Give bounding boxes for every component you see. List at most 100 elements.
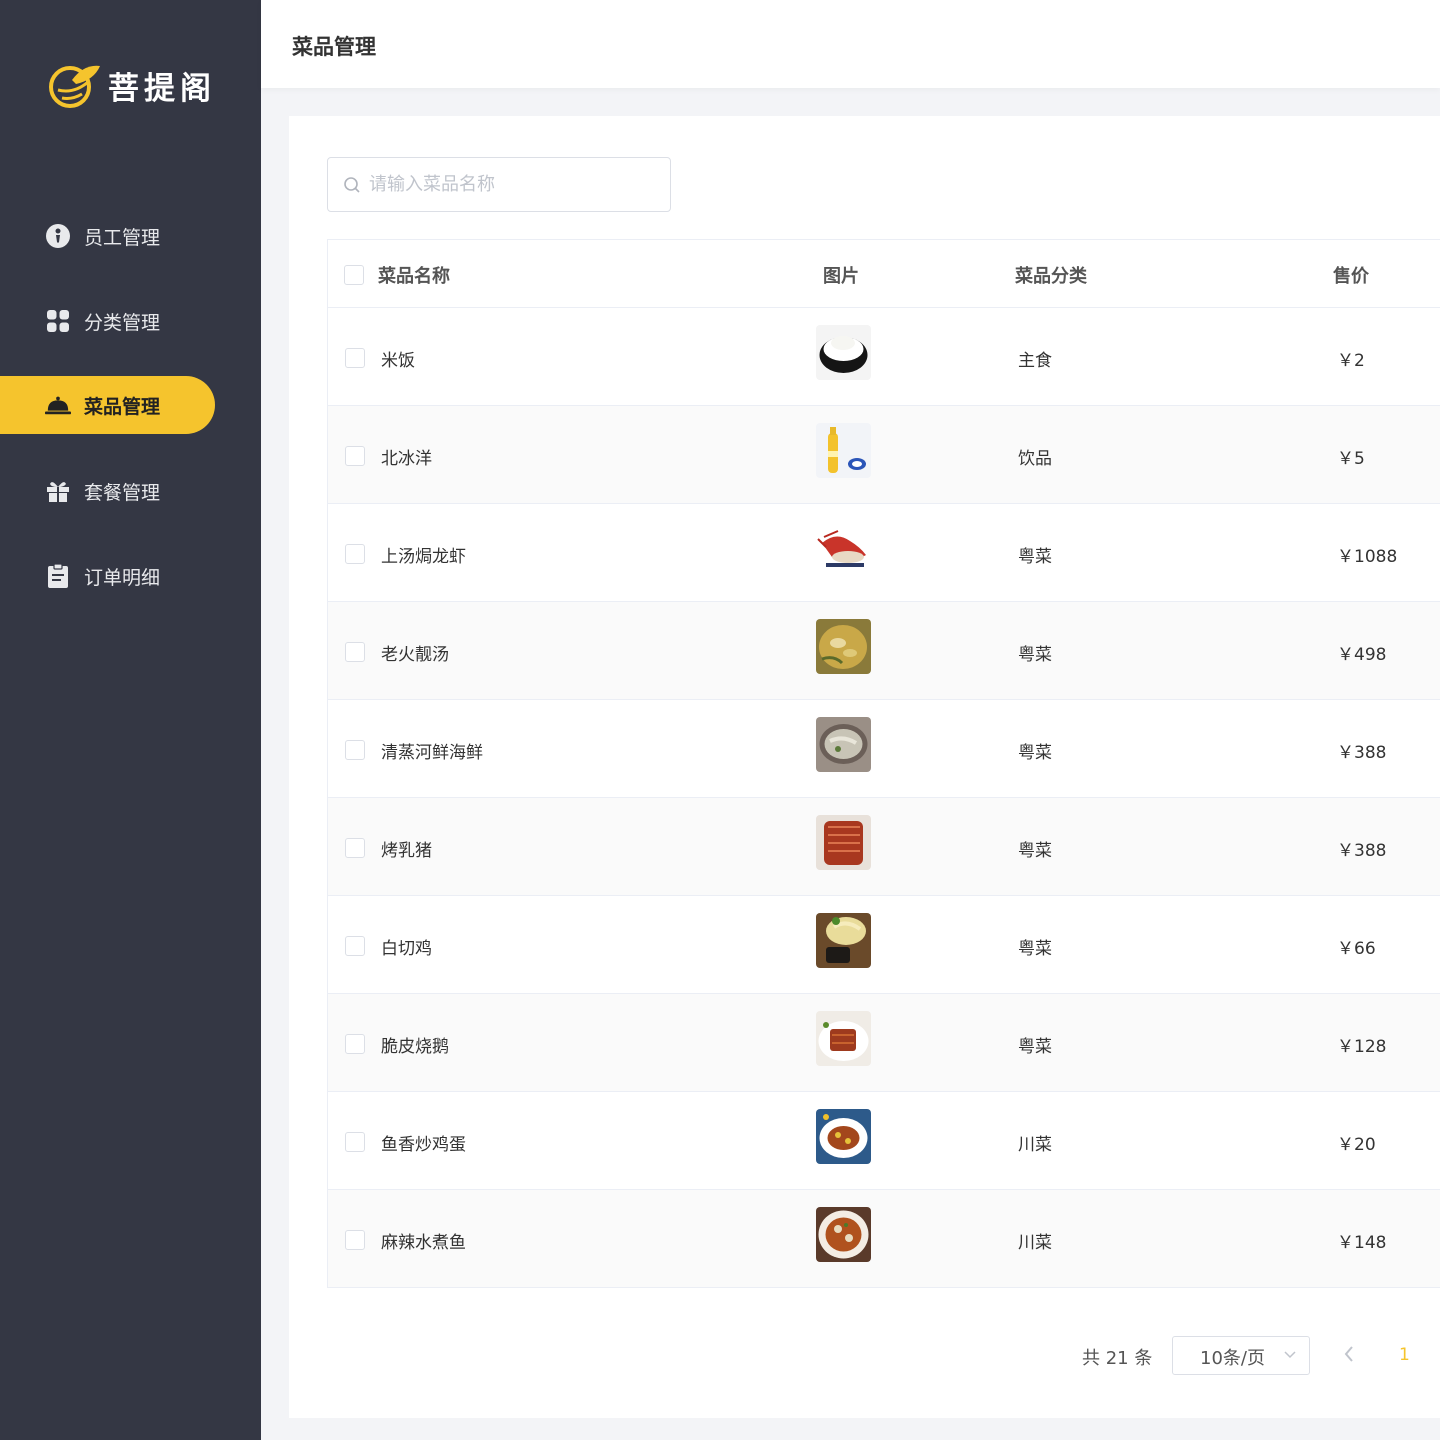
row-checkbox[interactable] [345, 348, 365, 368]
dish-price: ￥20 [1337, 1135, 1376, 1155]
column-header-name: 菜品名称 [378, 266, 450, 287]
search-box[interactable] [327, 157, 671, 212]
dish-price: ￥388 [1337, 743, 1387, 763]
column-header-price: 售价 [1333, 266, 1369, 287]
top-bar: 菜品管理 [261, 0, 1440, 88]
dish-image [816, 1109, 871, 1164]
sidebar: 菩提阁 员工管理 分类管理 菜品管理 套餐管理 订单明细 [0, 0, 261, 1440]
content-card: 菜品名称 图片 菜品分类 售价 米饭主食￥2北冰洋饮品￥5上汤焗龙虾粤菜￥108… [289, 116, 1440, 1418]
row-checkbox[interactable] [345, 740, 365, 760]
dish-price: ￥66 [1337, 939, 1376, 959]
dish-image [816, 815, 871, 870]
sidebar-item-label: 菜品管理 [84, 395, 161, 418]
row-checkbox[interactable] [345, 936, 365, 956]
table-row: 上汤焗龙虾 粤菜 ￥1088 [328, 504, 1440, 602]
sidebar-item-dish[interactable]: 菜品管理 [0, 376, 215, 434]
row-checkbox[interactable] [345, 544, 365, 564]
row-checkbox[interactable] [345, 1230, 365, 1250]
page-size-select[interactable]: 10条/页 [1172, 1336, 1310, 1375]
sidebar-item-label: 分类管理 [84, 311, 161, 334]
dish-name: 北冰洋 [381, 449, 432, 469]
table-row: 米饭 主食 ￥2 [328, 308, 1440, 406]
row-checkbox[interactable] [345, 642, 365, 662]
dish-price: ￥1088 [1337, 547, 1398, 567]
row-checkbox[interactable] [345, 838, 365, 858]
dish-name: 米饭 [381, 351, 415, 371]
dish-name: 清蒸河鲜海鲜 [381, 743, 483, 763]
dish-cloche-icon [45, 392, 71, 418]
page-title: 菜品管理 [292, 35, 376, 59]
chevron-down-icon [1284, 1351, 1296, 1359]
row-checkbox[interactable] [345, 1132, 365, 1152]
dish-image [816, 913, 871, 968]
sidebar-item-category[interactable]: 分类管理 [0, 292, 215, 350]
search-input[interactable] [369, 174, 669, 195]
table-row: 鱼香炒鸡蛋 川菜 ￥20 [328, 1092, 1440, 1190]
dish-price: ￥148 [1337, 1233, 1387, 1253]
dish-name: 脆皮烧鹅 [381, 1037, 449, 1057]
row-checkbox[interactable] [345, 446, 365, 466]
dish-image [816, 521, 871, 576]
dish-category: 粤菜 [1018, 1037, 1052, 1057]
dish-category: 主食 [1018, 351, 1052, 371]
dish-image [816, 423, 871, 478]
total-count: 共 21 条 [1082, 1348, 1153, 1369]
dish-image [816, 325, 871, 380]
table-body: 米饭 主食 ￥2 北冰洋 饮品 ￥5 上汤焗龙虾 粤菜 ￥1088 老火靓汤 粤菜 ￥498 清蒸河鲜海… [328, 308, 1440, 1288]
prev-page-icon[interactable] [1341, 1344, 1357, 1364]
dish-name: 白切鸡 [381, 939, 432, 959]
column-header-category: 菜品分类 [1015, 266, 1087, 287]
sidebar-item-label: 订单明细 [84, 566, 161, 589]
page-size-value: 10条/页 [1200, 1348, 1265, 1369]
table-header: 菜品名称 图片 菜品分类 售价 [328, 240, 1440, 308]
search-icon [344, 176, 360, 193]
row-checkbox[interactable] [345, 1034, 365, 1054]
sidebar-item-orders[interactable]: 订单明细 [0, 547, 215, 605]
dish-category: 粤菜 [1018, 841, 1052, 861]
sidebar-item-label: 套餐管理 [84, 481, 161, 504]
dish-name: 上汤焗龙虾 [381, 547, 466, 567]
brand-logo: 菩提阁 [48, 60, 216, 110]
dish-name: 鱼香炒鸡蛋 [381, 1135, 466, 1155]
dish-image [816, 1207, 871, 1262]
dish-category: 粤菜 [1018, 939, 1052, 959]
dish-category: 饮品 [1018, 449, 1052, 469]
dish-category: 粤菜 [1018, 743, 1052, 763]
current-page-number[interactable]: 1 [1399, 1345, 1410, 1365]
dish-category: 川菜 [1018, 1233, 1052, 1253]
dish-table: 菜品名称 图片 菜品分类 售价 米饭 主食 ￥2 北冰洋 饮品 ￥5 上汤焗龙虾 粤菜 ￥108… [327, 239, 1440, 1288]
dish-price: ￥128 [1337, 1037, 1387, 1057]
dish-name: 麻辣水煮鱼 [381, 1233, 466, 1253]
sidebar-item-combo[interactable]: 套餐管理 [0, 462, 215, 520]
table-row: 老火靓汤 粤菜 ￥498 [328, 602, 1440, 700]
dish-image [816, 717, 871, 772]
table-row: 麻辣水煮鱼 川菜 ￥148 [328, 1190, 1440, 1288]
dish-price: ￥2 [1337, 351, 1365, 371]
table-row: 清蒸河鲜海鲜 粤菜 ￥388 [328, 700, 1440, 798]
pagination: 共 21 条 10条/页 1 [289, 1336, 1440, 1376]
employee-icon [45, 223, 71, 249]
select-all-checkbox[interactable] [344, 265, 364, 285]
dish-image [816, 619, 871, 674]
dish-category: 川菜 [1018, 1135, 1052, 1155]
column-header-image: 图片 [823, 266, 859, 287]
logo-icon [49, 65, 100, 108]
category-icon [45, 308, 71, 334]
sidebar-item-employee[interactable]: 员工管理 [0, 207, 215, 265]
table-row: 白切鸡 粤菜 ￥66 [328, 896, 1440, 994]
gift-icon [45, 478, 71, 504]
dish-name: 老火靓汤 [381, 645, 449, 665]
dish-image [816, 1011, 871, 1066]
dish-price: ￥5 [1337, 449, 1365, 469]
table-row: 烤乳猪 粤菜 ￥388 [328, 798, 1440, 896]
dish-price: ￥388 [1337, 841, 1387, 861]
table-row: 脆皮烧鹅 粤菜 ￥128 [328, 994, 1440, 1092]
sidebar-item-label: 员工管理 [84, 226, 161, 249]
dish-price: ￥498 [1337, 645, 1387, 665]
dish-category: 粤菜 [1018, 547, 1052, 567]
table-row: 北冰洋 饮品 ￥5 [328, 406, 1440, 504]
dish-category: 粤菜 [1018, 645, 1052, 665]
dish-name: 烤乳猪 [381, 841, 432, 861]
brand-name: 菩提阁 [108, 70, 216, 107]
clipboard-icon [45, 563, 71, 589]
